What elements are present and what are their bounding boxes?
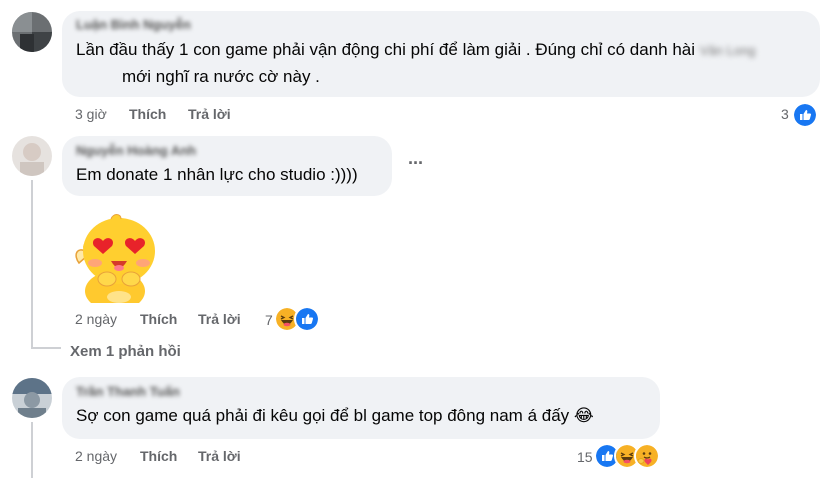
comment-text-line: mới nghĩ ra nước cờ này . <box>122 67 320 86</box>
avatar[interactable] <box>12 12 52 52</box>
view-replies-link[interactable]: Xem 1 phản hồi <box>70 343 181 360</box>
reaction-count[interactable]: 7 <box>265 312 273 328</box>
comment-text: Sợ con game quá phải đi kêu gọi để bl ga… <box>76 406 594 425</box>
like-button[interactable]: Thích <box>140 311 177 327</box>
comment-text: Em donate 1 nhân lực cho studio :)))) <box>76 165 358 184</box>
more-options-icon[interactable]: ··· <box>408 153 424 174</box>
like-button[interactable]: Thích <box>129 106 166 122</box>
author-name[interactable]: Luận Bình Nguyễn <box>76 17 191 32</box>
timestamp[interactable]: 3 giờ <box>75 106 107 122</box>
author-name[interactable]: Trần Thanh Tuấn <box>76 384 180 399</box>
mention-name[interactable]: Văn Long <box>700 43 756 58</box>
comment-text-continued: mới nghĩ ra nước cờ này . <box>76 63 320 91</box>
avatar[interactable] <box>12 378 52 418</box>
reaction-count[interactable]: 3 <box>781 106 789 122</box>
reply-button[interactable]: Trả lời <box>198 311 241 327</box>
thread-line-elbow <box>31 347 61 349</box>
comment-text: Lần đầu thấy 1 con game phải vận động ch… <box>76 36 755 65</box>
like-icon[interactable] <box>792 102 818 128</box>
author-name[interactable]: Nguyễn Hoàng Anh <box>76 143 196 158</box>
like-button[interactable]: Thích <box>140 448 177 464</box>
thread-line <box>31 180 33 348</box>
reaction-count[interactable]: 15 <box>577 449 593 465</box>
timestamp[interactable]: 2 ngày <box>75 311 117 327</box>
care-icon[interactable] <box>634 443 660 469</box>
comment-text-line: Lần đầu thấy 1 con game phải vận động ch… <box>76 40 696 59</box>
reply-button[interactable]: Trả lời <box>198 448 241 464</box>
heart-eyes-duck-sticker <box>73 211 161 311</box>
like-icon[interactable] <box>294 306 320 332</box>
timestamp[interactable]: 2 ngày <box>75 448 117 464</box>
reply-button[interactable]: Trả lời <box>188 106 231 122</box>
avatar[interactable] <box>12 136 52 176</box>
thread-line <box>31 422 33 478</box>
